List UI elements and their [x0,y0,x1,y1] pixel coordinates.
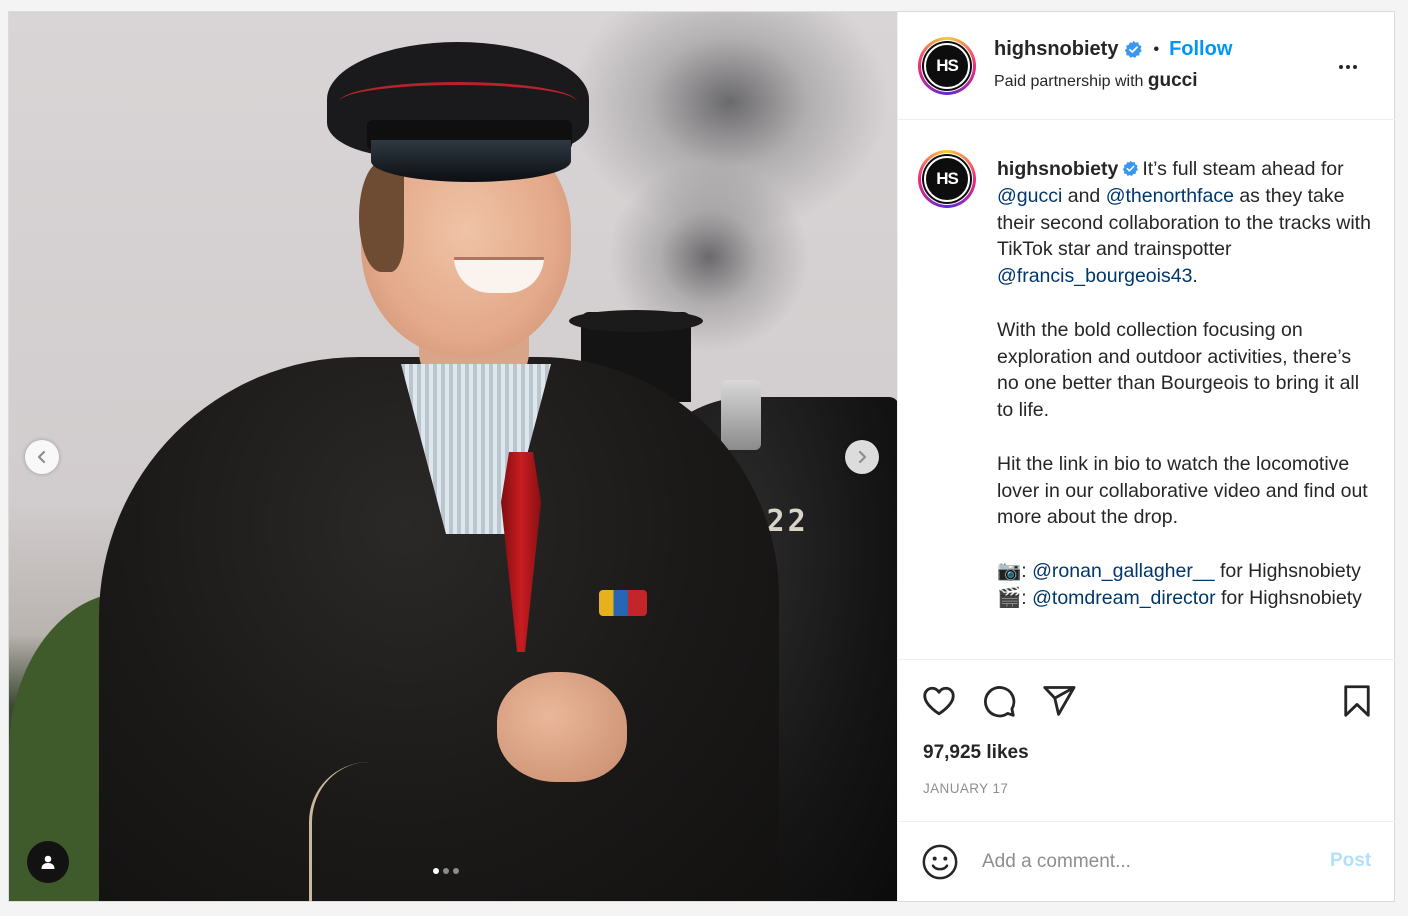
heart-icon [923,686,955,716]
caption-paragraph: Hit the link in bio to watch the locomot… [997,452,1368,529]
caption-paragraph: highsnobiety It’s full steam ahead for @g… [997,158,1371,288]
like-button[interactable] [920,682,958,720]
caption-avatar[interactable]: HS [918,150,976,208]
person-hand [497,672,627,782]
carousel-dot [433,868,439,874]
post-header: HS highsnobiety • Follow Paid partnershi… [898,12,1395,120]
mention-thenorthface[interactable]: @thenorthface [1106,185,1234,207]
carousel-indicator [433,868,459,874]
mention-gucci[interactable]: @gucci [997,185,1062,207]
comment-button[interactable] [980,682,1018,720]
highsnobiety-logo: HS [924,156,970,202]
share-button[interactable] [1040,682,1078,720]
chevron-left-icon [37,450,46,464]
clapper-emoji-icon: 🎬 [997,586,1022,609]
highsnobiety-logo: HS [924,43,970,89]
emoji-icon [922,844,958,880]
like-count[interactable]: 97,925 likes [923,742,1029,764]
video-credit: 🎬: @tomdream_director for Highsnobiety [997,586,1362,609]
post-comment-button[interactable]: Post [1330,850,1371,872]
camera-emoji-icon: 📷 [997,559,1022,582]
mention-tomdream-director[interactable]: @tomdream_director [1032,587,1215,609]
cap-visor [371,140,571,182]
header-user-line: highsnobiety • Follow [994,38,1232,61]
comment-icon [983,686,1016,718]
partner-link[interactable]: gucci [1148,70,1198,91]
share-icon [1043,686,1076,716]
next-photo-button[interactable] [845,440,879,474]
caption-text: highsnobiety It’s full steam ahead for @g… [997,156,1377,612]
locomotive-chimney-top [569,310,703,332]
comment-input[interactable] [982,846,1302,878]
post-photo: 78022 [9,12,897,901]
carousel-dot [443,868,449,874]
caption-section: HS highsnobiety It’s full steam ahead for… [898,120,1395,660]
save-button[interactable] [1338,682,1376,720]
account-avatar[interactable]: HS [918,37,976,95]
caption-username[interactable]: highsnobiety [997,158,1118,180]
instagram-post: 78022 [8,11,1395,902]
post-sidebar: HS highsnobiety • Follow Paid partnershi… [897,12,1395,901]
caption-paragraph: With the bold collection focusing on exp… [997,318,1360,422]
post-date[interactable]: JANUARY 17 [923,781,1008,796]
user-tag-icon [41,855,55,869]
comment-form: Post [898,822,1395,901]
follow-button[interactable]: Follow [1169,38,1232,61]
cap-piping [339,82,577,122]
train-pin-badge [599,590,647,616]
chevron-right-icon [858,450,867,464]
photo-credit: 📷: @ronan_gallagher__ for Highsnobiety [997,559,1361,582]
carousel-dot [453,868,459,874]
bookmark-icon [1344,685,1370,717]
more-options-button[interactable] [1330,52,1366,82]
username-link[interactable]: highsnobiety [994,38,1118,61]
tagged-users-button[interactable] [27,841,69,883]
verified-badge-icon [1123,160,1139,177]
more-options-icon [1339,65,1343,69]
verified-badge-icon [1125,40,1143,58]
mention-francis-bourgeois[interactable]: @francis_bourgeois43 [997,265,1192,287]
emoji-picker-button[interactable] [920,842,960,882]
locomotive-lamp [721,380,761,450]
previous-photo-button[interactable] [25,440,59,474]
separator-dot: • [1153,40,1160,58]
mention-ronan-gallagher[interactable]: @ronan_gallagher__ [1032,560,1214,582]
person-hair [359,162,404,272]
paid-partnership-label: Paid partnership with gucci [994,70,1198,91]
action-bar: 97,925 likes JANUARY 17 [898,660,1395,822]
